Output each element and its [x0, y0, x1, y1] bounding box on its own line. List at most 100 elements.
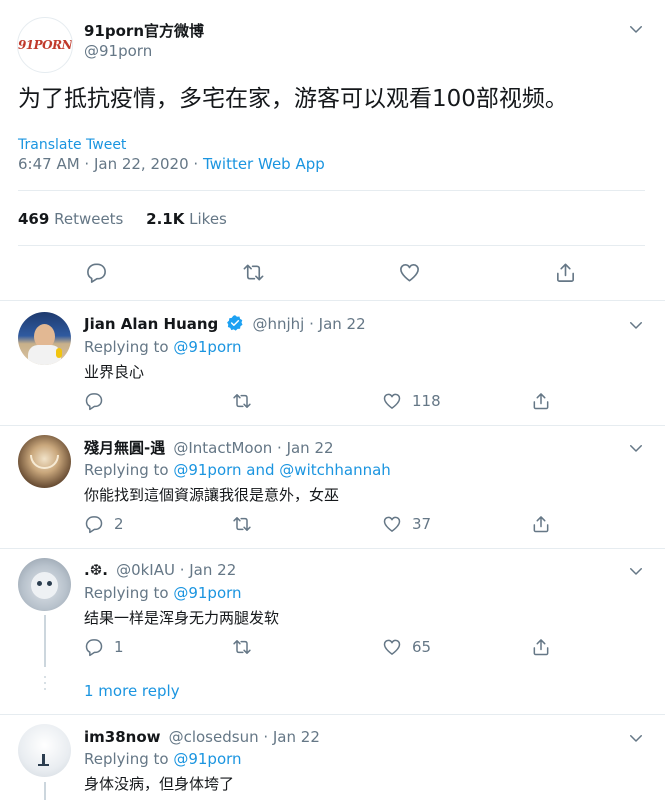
divider — [18, 190, 645, 191]
reply-button[interactable] — [85, 261, 108, 284]
logo-text: 91PORN — [17, 38, 73, 52]
replying-to-link[interactable]: @91porn — [173, 338, 241, 356]
heart-icon — [398, 261, 421, 284]
replying-to: Replying to @91porn — [84, 750, 242, 768]
share-icon — [554, 261, 577, 284]
heart-icon — [382, 637, 402, 657]
thread-line — [44, 615, 46, 667]
share-icon — [531, 391, 551, 411]
replying-to-link[interactable]: @91porn and @witchhannah — [173, 461, 390, 479]
replying-prefix: Replying to — [84, 338, 174, 356]
reply-avatar[interactable] — [18, 312, 71, 365]
chevron-down-icon[interactable] — [627, 729, 645, 747]
retweet-icon — [232, 391, 252, 411]
share-button[interactable] — [554, 261, 577, 284]
reply-author-name[interactable]: im38now — [84, 728, 161, 746]
chevron-down-icon[interactable] — [627, 316, 645, 334]
tweet-stats: 469 Retweets 2.1K Likes — [18, 210, 227, 228]
like-button[interactable]: 37 — [382, 514, 431, 534]
share-button[interactable] — [531, 637, 551, 657]
retweets-count: 469 — [18, 210, 50, 228]
share-button[interactable] — [531, 514, 551, 534]
like-count: 37 — [412, 515, 432, 533]
share-icon — [531, 514, 551, 534]
divider — [18, 245, 645, 246]
divider — [0, 300, 665, 301]
reply-handle-date[interactable]: @hnjhj · Jan 22 — [252, 315, 365, 333]
reply-button[interactable]: 1 — [84, 637, 124, 657]
tweet-meta: 6:47 AM · Jan 22, 2020 · Twitter Web App — [18, 155, 325, 173]
handle[interactable]: @91porn — [84, 42, 152, 60]
retweets-stat[interactable]: 469 Retweets — [18, 210, 128, 228]
reply-text: 业界良心 — [84, 363, 145, 381]
likes-count: 2.1K — [146, 210, 185, 228]
like-count: 118 — [412, 392, 441, 410]
display-name[interactable]: 91porn官方微博 — [84, 20, 204, 41]
like-button[interactable]: 118 — [382, 391, 441, 411]
chevron-down-icon[interactable] — [627, 562, 645, 580]
reply-header: im38now @closedsun · Jan 22 — [84, 727, 320, 746]
reply-text: 结果一样是浑身无力两腿发软 — [84, 609, 280, 627]
share-button[interactable] — [531, 391, 551, 411]
reply-avatar[interactable] — [18, 724, 71, 777]
retweet-icon — [242, 261, 265, 284]
reply-icon — [85, 261, 108, 284]
chevron-down-icon[interactable] — [627, 439, 645, 457]
like-button[interactable]: 65 — [382, 637, 431, 657]
retweet-button[interactable] — [242, 261, 265, 284]
reply-count: 2 — [114, 515, 124, 533]
replying-to: Replying to @91porn — [84, 338, 242, 356]
profile-avatar[interactable]: 91PORN — [17, 17, 73, 73]
reply-author-name[interactable]: 殘月無圓-遇 — [84, 439, 165, 457]
like-button[interactable] — [398, 261, 421, 284]
reply-button[interactable]: 2 — [84, 514, 124, 534]
reply-icon — [84, 637, 104, 657]
divider — [0, 548, 665, 549]
reply-icon — [84, 514, 104, 534]
chevron-down-icon[interactable] — [627, 20, 645, 38]
translate-link[interactable]: Translate Tweet — [18, 137, 126, 153]
retweet-button[interactable] — [232, 637, 262, 657]
more-replies-link[interactable]: 1 more reply — [84, 682, 180, 700]
reply-handle-date[interactable]: @0kIAU · Jan 22 — [116, 561, 236, 579]
reply-text: 身体没病，但身体垮了 — [84, 775, 235, 793]
reply-header: Jian Alan Huang @hnjhj · Jan 22 — [84, 314, 366, 333]
timestamp: 6:47 AM · Jan 22, 2020 · — [18, 155, 203, 173]
replying-to-link[interactable]: @91porn — [173, 584, 241, 602]
verified-badge-icon — [226, 314, 244, 332]
replying-prefix: Replying to — [84, 750, 174, 768]
reply-handle-date[interactable]: @closedsun · Jan 22 — [169, 728, 320, 746]
retweets-label: Retweets — [54, 210, 124, 228]
divider — [0, 714, 665, 715]
reply-text: 你能找到這個資源讓我很是意外，女巫 — [84, 486, 340, 504]
reply-header: .❆. @0kIAU · Jan 22 — [84, 560, 236, 579]
replying-to-link[interactable]: @91porn — [173, 750, 241, 768]
reply-count: 1 — [114, 638, 124, 656]
reply-handle-date[interactable]: @IntactMoon · Jan 22 — [173, 439, 333, 457]
reply-button[interactable] — [84, 391, 114, 411]
divider — [0, 425, 665, 426]
share-icon — [531, 637, 551, 657]
replying-prefix: Replying to — [84, 461, 174, 479]
source-link[interactable]: Twitter Web App — [203, 155, 325, 173]
replying-to: Replying to @91porn — [84, 584, 242, 602]
reply-header: 殘月無圓-遇 @IntactMoon · Jan 22 — [84, 437, 334, 458]
likes-stat[interactable]: 2.1K Likes — [146, 210, 227, 228]
reply-author-name[interactable]: .❆. — [84, 561, 108, 579]
retweet-icon — [232, 637, 252, 657]
reply-icon — [84, 391, 104, 411]
retweet-button[interactable] — [232, 391, 262, 411]
tweet-text: 为了抵抗疫情，多宅在家，游客可以观看100部视频。 — [18, 86, 568, 112]
reply-author-name[interactable]: Jian Alan Huang — [84, 315, 218, 333]
reply-avatar[interactable] — [18, 435, 71, 488]
retweet-button[interactable] — [232, 514, 262, 534]
replying-prefix: Replying to — [84, 584, 174, 602]
retweet-icon — [232, 514, 252, 534]
thread-line — [44, 782, 46, 800]
heart-icon — [382, 391, 402, 411]
heart-icon — [382, 514, 402, 534]
likes-label: Likes — [189, 210, 227, 228]
like-count: 65 — [412, 638, 432, 656]
reply-avatar[interactable] — [18, 558, 71, 611]
thread-dots — [44, 676, 46, 694]
